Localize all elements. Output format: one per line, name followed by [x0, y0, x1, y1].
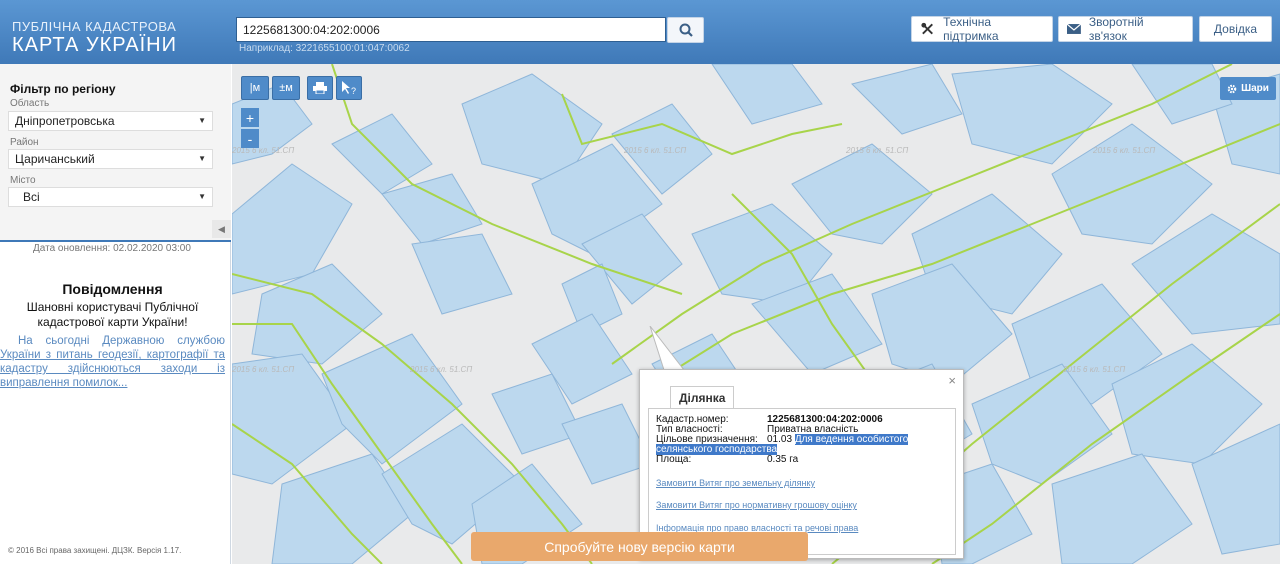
- purpose-highlight: Для ведення особистого: [794, 434, 909, 445]
- cursor-question-icon: ?: [342, 81, 356, 95]
- oblast-select[interactable]: Дніпропетровська ▼: [8, 111, 213, 131]
- order-valuation-extract-link[interactable]: Замовити Витяг про нормативну грошову оц…: [656, 500, 857, 510]
- support-label: Технічна підтримка: [943, 15, 999, 43]
- divider: [0, 240, 231, 242]
- dropdown-arrow-icon: ▼: [198, 192, 206, 201]
- tab-parcel[interactable]: Ділянка: [670, 386, 735, 409]
- search-hint: Наприклад: 3221655100:01:047:0062: [239, 43, 410, 54]
- app-header: ПУБЛІЧНА КАДАСТРОВА КАРТА УКРАЇНИ Наприк…: [0, 0, 1280, 64]
- zoom-in-button[interactable]: +: [241, 108, 259, 127]
- oblast-value: Дніпропетровська: [15, 114, 115, 128]
- raion-value: Царичанський: [15, 152, 95, 166]
- gear-icon: [1227, 84, 1237, 93]
- try-new-version-button[interactable]: Спробуйте нову версію карти: [471, 532, 808, 561]
- misto-label: Місто: [10, 175, 36, 186]
- popup-pointer: [649, 326, 686, 371]
- printer-icon: [313, 82, 327, 94]
- close-icon[interactable]: ×: [948, 373, 956, 388]
- measure-area-icon: ±м: [279, 82, 293, 94]
- measure-distance-button[interactable]: |м: [241, 76, 269, 100]
- feedback-button[interactable]: Зворотній зв'язок: [1058, 15, 1193, 43]
- sidebar: Фільтр по регіону Область Дніпропетровсь…: [0, 64, 231, 564]
- misto-value: Всі: [23, 190, 40, 204]
- search-icon: [679, 23, 693, 37]
- help-button[interactable]: Довідка: [1199, 16, 1272, 42]
- envelope-icon: [1067, 24, 1081, 34]
- notice-title: Повідомлення: [62, 281, 163, 297]
- order-parcel-extract-link[interactable]: Замовити Витяг про земельну ділянку: [656, 478, 815, 488]
- row-value: 0.35 га: [767, 454, 799, 465]
- map-watermark: 2015 6 кл. 51.СП: [846, 146, 909, 155]
- svg-text:?: ?: [351, 86, 356, 95]
- help-label: Довідка: [1213, 22, 1258, 36]
- row-key: Площа:: [656, 454, 692, 465]
- measure-distance-icon: |м: [249, 82, 261, 94]
- notice-subtitle: Шановні користувачі Публічної кадастрово…: [26, 300, 199, 329]
- update-date: Дата оновлення: 02.02.2020 03:00: [33, 243, 191, 254]
- map-watermark: 2015 6 кл. 51.СП: [624, 146, 687, 155]
- parcel-popup: × Ділянка Кадастр.номер: 1225681300:04:20…: [639, 369, 964, 559]
- map-watermark: 2015 6 кл. 51.СП: [410, 365, 473, 374]
- identify-button[interactable]: ?: [336, 76, 362, 100]
- area-row: Площа: 0.35 га: [656, 454, 798, 465]
- dropdown-arrow-icon: ▼: [198, 154, 206, 163]
- raion-label: Район: [10, 137, 39, 148]
- dropdown-arrow-icon: ▼: [198, 116, 206, 125]
- misto-select[interactable]: Всі ▼: [8, 187, 213, 207]
- feedback-label: Зворотній зв'язок: [1088, 15, 1144, 43]
- oblast-label: Область: [10, 98, 50, 109]
- map-watermark: 2015 6 кл. 51.СП: [1093, 146, 1156, 155]
- map-watermark: 2015 6 кл. 51.СП: [1063, 365, 1126, 374]
- logo-top[interactable]: ПУБЛІЧНА КАДАСТРОВА: [12, 19, 176, 34]
- layers-button[interactable]: Шари: [1220, 77, 1276, 100]
- region-filter: Фільтр по регіону Область Дніпропетровсь…: [0, 64, 231, 240]
- print-button[interactable]: [307, 76, 333, 100]
- zoom-out-button[interactable]: -: [241, 129, 259, 148]
- layers-label: Шари: [1241, 83, 1269, 94]
- raion-select[interactable]: Царичанський ▼: [8, 149, 213, 169]
- notice-read-more-link[interactable]: України з питань геодезії, картографії т…: [0, 349, 225, 389]
- collapse-sidebar-button[interactable]: ◀: [212, 220, 231, 238]
- filter-title: Фільтр по регіону: [10, 82, 116, 96]
- support-button[interactable]: Технічна підтримка: [911, 15, 1053, 43]
- search-button[interactable]: [667, 17, 704, 43]
- notice-body-lead: На сьогодні Державною службою: [18, 335, 225, 347]
- notice-body: На сьогодні Державною службою України з …: [0, 334, 225, 390]
- map-watermark: 2015 6 кл. 51.СП: [232, 365, 295, 374]
- search-input[interactable]: [236, 17, 666, 42]
- map-canvas[interactable]: 2015 6 кл. 51.СП 2015 6 кл. 51.СП 2015 6…: [232, 64, 1280, 564]
- logo-main[interactable]: КАРТА УКРАЇНИ: [12, 34, 177, 57]
- measure-area-button[interactable]: ±м: [272, 76, 300, 100]
- tools-icon: [921, 22, 933, 35]
- copyright: © 2016 Всі права захищені. ДЦЗК. Версія …: [8, 546, 182, 555]
